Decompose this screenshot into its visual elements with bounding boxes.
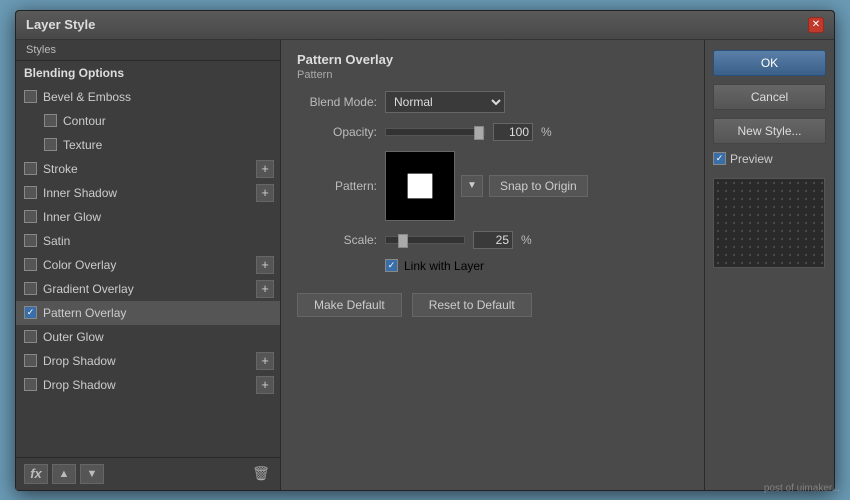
new-style-button[interactable]: New Style... xyxy=(713,118,826,144)
inner-shadow-add-button[interactable]: + xyxy=(256,184,274,202)
link-with-layer-row: Link with Layer xyxy=(385,259,688,273)
pattern-label: Pattern: xyxy=(297,179,377,193)
opacity-label: Opacity: xyxy=(297,125,377,139)
stroke-add-button[interactable]: + xyxy=(256,160,274,178)
cancel-button[interactable]: Cancel xyxy=(713,84,826,110)
texture-checkbox[interactable] xyxy=(44,138,57,151)
inner-shadow-item[interactable]: Inner Shadow + xyxy=(16,181,280,205)
move-down-button[interactable]: ▼ xyxy=(80,464,104,484)
blend-mode-label: Blend Mode: xyxy=(297,95,377,109)
middle-panel: Pattern Overlay Pattern Blend Mode: Norm… xyxy=(281,40,704,490)
drop-shadow-1-label: Drop Shadow xyxy=(43,354,116,368)
fx-button[interactable]: fx xyxy=(24,464,48,484)
opacity-row: Opacity: % xyxy=(297,123,688,141)
scale-input[interactable] xyxy=(473,231,513,249)
inner-shadow-checkbox[interactable] xyxy=(24,186,37,199)
bevel-emboss-label: Bevel & Emboss xyxy=(43,90,131,104)
blend-mode-row: Blend Mode: Normal Dissolve Multiply Scr… xyxy=(297,91,688,113)
outer-glow-item[interactable]: Outer Glow xyxy=(16,325,280,349)
opacity-percent: % xyxy=(541,125,552,139)
scale-label: Scale: xyxy=(297,233,377,247)
link-layer-label: Link with Layer xyxy=(404,259,484,273)
gradient-overlay-add-button[interactable]: + xyxy=(256,280,274,298)
satin-checkbox[interactable] xyxy=(24,234,37,247)
drop-shadow-1-add-button[interactable]: + xyxy=(256,352,274,370)
stroke-label: Stroke xyxy=(43,162,78,176)
ok-button[interactable]: OK xyxy=(713,50,826,76)
color-overlay-checkbox[interactable] xyxy=(24,258,37,271)
bevel-emboss-checkbox[interactable] xyxy=(24,90,37,103)
opacity-slider[interactable] xyxy=(385,128,485,136)
preview-dots xyxy=(714,179,824,267)
outer-glow-label: Outer Glow xyxy=(43,330,104,344)
bevel-emboss-item[interactable]: Bevel & Emboss xyxy=(16,85,280,109)
inner-shadow-label: Inner Shadow xyxy=(43,186,117,200)
pattern-preview[interactable] xyxy=(385,151,455,221)
opacity-input[interactable] xyxy=(493,123,533,141)
pattern-overlay-item[interactable]: Pattern Overlay xyxy=(16,301,280,325)
drop-shadow-2-add-button[interactable]: + xyxy=(256,376,274,394)
pattern-dropdown-button[interactable]: ▼ xyxy=(461,175,483,197)
inner-glow-label: Inner Glow xyxy=(43,210,101,224)
inner-glow-item[interactable]: Inner Glow xyxy=(16,205,280,229)
pattern-preview-container: ▼ Snap to Origin xyxy=(385,151,588,221)
layer-effects-list: Bevel & Emboss Contour Texture Stroke + xyxy=(16,85,280,457)
color-overlay-item[interactable]: Color Overlay + xyxy=(16,253,280,277)
gradient-overlay-label: Gradient Overlay xyxy=(43,282,134,296)
dialog-body: Styles Blending Options Bevel & Emboss C… xyxy=(16,40,834,490)
drop-shadow-1-item[interactable]: Drop Shadow + xyxy=(16,349,280,373)
bottom-toolbar: fx ▲ ▼ 🗑 xyxy=(16,457,280,490)
blend-mode-select[interactable]: Normal Dissolve Multiply Screen Overlay xyxy=(385,91,505,113)
link-layer-checkbox[interactable] xyxy=(385,259,398,272)
panel-subtitle: Pattern xyxy=(297,69,688,81)
dialog-title: Layer Style xyxy=(26,17,95,32)
scale-slider-handle[interactable] xyxy=(398,234,408,248)
pattern-overlay-checkbox[interactable] xyxy=(24,306,37,319)
right-panel: OK Cancel New Style... Preview xyxy=(704,40,834,490)
move-up-button[interactable]: ▲ xyxy=(52,464,76,484)
snap-to-origin-button[interactable]: Snap to Origin xyxy=(489,175,588,197)
texture-label: Texture xyxy=(63,138,102,152)
layer-style-dialog: Layer Style ✕ Styles Blending Options Be… xyxy=(15,10,835,491)
make-default-button[interactable]: Make Default xyxy=(297,293,402,317)
title-bar: Layer Style ✕ xyxy=(16,11,834,40)
drop-shadow-2-checkbox[interactable] xyxy=(24,378,37,391)
satin-label: Satin xyxy=(43,234,70,248)
scale-percent: % xyxy=(521,233,532,247)
drop-shadow-2-item[interactable]: Drop Shadow + xyxy=(16,373,280,397)
reset-to-default-button[interactable]: Reset to Default xyxy=(412,293,532,317)
inner-glow-checkbox[interactable] xyxy=(24,210,37,223)
contour-checkbox[interactable] xyxy=(44,114,57,127)
contour-item[interactable]: Contour xyxy=(16,109,280,133)
scale-row: Scale: % xyxy=(297,231,688,249)
delete-button[interactable]: 🗑 xyxy=(250,464,272,484)
blending-options-header[interactable]: Blending Options xyxy=(16,61,280,85)
drop-shadow-2-label: Drop Shadow xyxy=(43,378,116,392)
color-overlay-add-button[interactable]: + xyxy=(256,256,274,274)
close-button[interactable]: ✕ xyxy=(808,17,824,33)
stroke-checkbox[interactable] xyxy=(24,162,37,175)
left-panel: Styles Blending Options Bevel & Emboss C… xyxy=(16,40,281,490)
color-overlay-label: Color Overlay xyxy=(43,258,116,272)
action-buttons: Make Default Reset to Default xyxy=(297,293,688,317)
pattern-overlay-label: Pattern Overlay xyxy=(43,306,126,320)
stroke-item[interactable]: Stroke + xyxy=(16,157,280,181)
watermark: post of uimaker... xyxy=(764,483,840,494)
contour-label: Contour xyxy=(63,114,106,128)
outer-glow-checkbox[interactable] xyxy=(24,330,37,343)
satin-item[interactable]: Satin xyxy=(16,229,280,253)
preview-checkbox[interactable] xyxy=(713,152,726,165)
panel-title: Pattern Overlay xyxy=(297,52,688,67)
preview-area xyxy=(713,178,825,268)
pattern-row: Pattern: ▼ Snap to Origin xyxy=(297,151,688,221)
preview-row: Preview xyxy=(713,152,826,166)
texture-item[interactable]: Texture xyxy=(16,133,280,157)
gradient-overlay-checkbox[interactable] xyxy=(24,282,37,295)
preview-label: Preview xyxy=(730,152,773,166)
scale-slider[interactable] xyxy=(385,236,465,244)
drop-shadow-1-checkbox[interactable] xyxy=(24,354,37,367)
styles-label: Styles xyxy=(16,40,280,61)
gradient-overlay-item[interactable]: Gradient Overlay + xyxy=(16,277,280,301)
opacity-slider-handle[interactable] xyxy=(474,126,484,140)
